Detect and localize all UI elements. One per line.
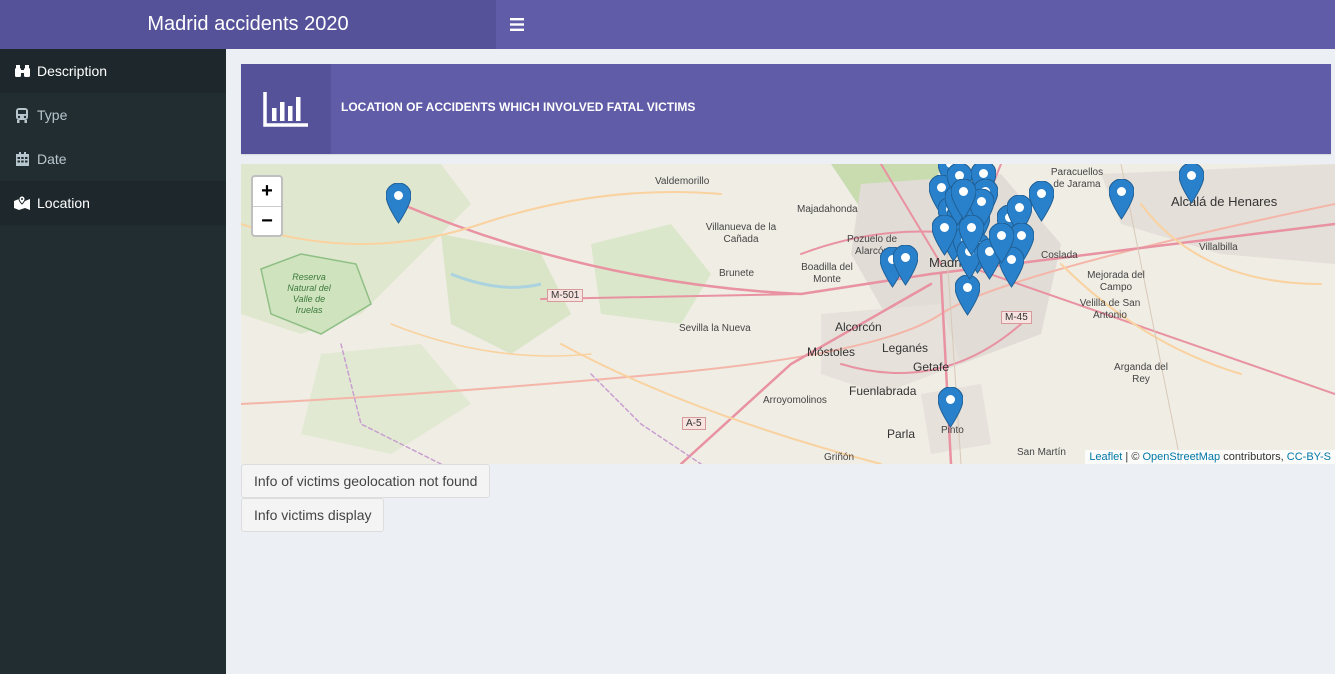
map-attribution: Leaflet | © OpenStreetMap contributors, … <box>1085 450 1335 464</box>
sidebar-item-type[interactable]: Type <box>0 93 226 137</box>
map-marker-icon[interactable] <box>1108 179 1134 220</box>
map-place-label: Arroyomolinos <box>763 395 827 406</box>
map-place-label: Griñón <box>824 452 855 463</box>
zoom-out-button[interactable]: − <box>253 206 281 235</box>
map-place-label: Leganés <box>882 341 929 355</box>
geolocation-not-found-button[interactable]: Info of victims geolocation not found <box>241 464 491 498</box>
leaflet-map[interactable]: Reserva Natural del Valle de Iruelas Val… <box>241 164 1335 464</box>
info-box-title: LOCATION OF ACCIDENTS WHICH INVOLVED FAT… <box>341 100 696 114</box>
map-marker-icon[interactable] <box>1178 164 1204 204</box>
map-place-label: Villanueva de la Cañada <box>705 222 777 245</box>
map-marker-icon[interactable] <box>954 275 980 316</box>
map-marker-icon[interactable] <box>950 179 976 220</box>
sidebar-toggle-button[interactable] <box>496 0 538 49</box>
license-link[interactable]: CC-BY-S <box>1287 451 1331 463</box>
osm-link[interactable]: OpenStreetMap <box>1142 451 1220 463</box>
map-marker-icon[interactable] <box>892 245 918 286</box>
map-place-label: Velilla de San Antonio <box>1079 298 1141 321</box>
road-label: M-501 <box>547 289 584 302</box>
map-place-label: Fuenlabrada <box>849 384 917 398</box>
map-marker-icon[interactable] <box>937 387 963 428</box>
map-place-label: Coslada <box>1041 250 1078 261</box>
app-title[interactable]: Madrid accidents 2020 <box>0 0 496 49</box>
map-place-label: Sevilla la Nueva <box>679 323 751 334</box>
map-place-label: Boadilla del Monte <box>801 262 853 285</box>
sidebar-item-label: Description <box>37 63 108 79</box>
info-box: LOCATION OF ACCIDENTS WHICH INVOLVED FAT… <box>241 64 1331 154</box>
sidebar-item-label: Location <box>37 195 90 211</box>
zoom-control: + − <box>251 175 283 237</box>
road-label: M-45 <box>1001 311 1032 324</box>
sidebar: Description Type Date Location <box>0 49 226 674</box>
sidebar-item-label: Type <box>37 107 68 123</box>
bus-icon <box>14 107 30 123</box>
map-place-label: Paracuellos de Jarama <box>1050 167 1104 190</box>
map-place-label: San Martín <box>1017 447 1066 458</box>
map-label-reserve: Reserva Natural del Valle de Iruelas <box>287 272 331 315</box>
sidebar-item-description[interactable]: Description <box>0 49 226 93</box>
map-marker-icon[interactable] <box>1028 181 1054 222</box>
map-place-label: Mejorada del Campo <box>1087 270 1145 293</box>
map-place-label: Alcorcón <box>835 320 882 334</box>
map-marked-icon <box>14 195 30 211</box>
map-marker-icon[interactable] <box>958 215 984 256</box>
bars-icon <box>510 18 524 32</box>
road-label: A-5 <box>682 417 706 430</box>
binoculars-icon <box>14 63 30 79</box>
calendar-icon <box>14 151 30 167</box>
attribution-contributors: contributors, <box>1220 451 1287 463</box>
bar-chart-icon <box>241 64 331 154</box>
victims-display-button[interactable]: Info victims display <box>241 498 385 532</box>
leaflet-link[interactable]: Leaflet <box>1089 451 1122 463</box>
map-place-label: Brunete <box>719 268 755 279</box>
map-place-label: Majadahonda <box>797 204 858 215</box>
map-place-label: Villalbilla <box>1199 242 1238 253</box>
sidebar-item-label: Date <box>37 151 67 167</box>
sidebar-item-location[interactable]: Location <box>0 181 226 225</box>
map-marker-icon[interactable] <box>931 215 957 256</box>
map-place-label: Valdemorillo <box>655 176 710 187</box>
map-marker-icon[interactable] <box>988 223 1014 264</box>
map-place-label: Parla <box>887 427 916 441</box>
attribution-separator: | © <box>1122 451 1143 463</box>
map-marker-icon[interactable] <box>385 183 411 224</box>
zoom-in-button[interactable]: + <box>253 177 281 206</box>
header-bar: Madrid accidents 2020 <box>0 0 1335 49</box>
map-place-label: Móstoles <box>807 345 856 359</box>
map-place-label: Getafe <box>913 360 950 374</box>
sidebar-item-date[interactable]: Date <box>0 137 226 181</box>
map-place-label: Arganda del Rey <box>1114 362 1168 385</box>
